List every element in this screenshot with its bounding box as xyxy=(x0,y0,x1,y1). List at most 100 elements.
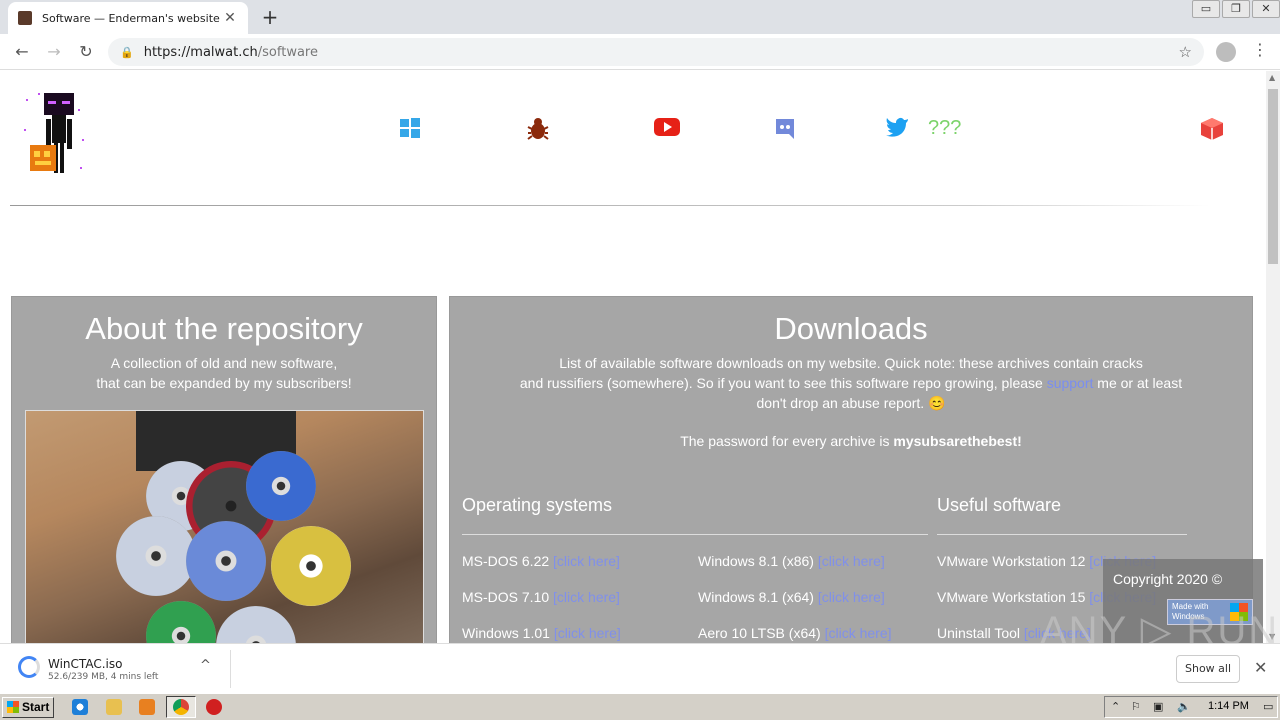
header-divider xyxy=(10,205,1210,206)
start-button[interactable]: Start xyxy=(2,697,54,718)
download-item: Windows 1.01 [click here] xyxy=(462,625,621,641)
windows-taskbar: Start ⌃ ⚐ ▣ 🔈 ▭ xyxy=(0,693,1280,720)
url-path: /software xyxy=(257,44,318,60)
show-desktop-icon[interactable]: ▭ xyxy=(1263,700,1273,713)
volume-icon[interactable]: 🔈 xyxy=(1177,700,1191,713)
about-line-2: that can be expanded by my subscribers! xyxy=(96,375,352,391)
os-section-divider xyxy=(462,534,928,535)
chrome-taskbar-button[interactable] xyxy=(166,696,196,718)
antivirus-icon[interactable] xyxy=(206,699,222,715)
scrollbar-thumb[interactable] xyxy=(1268,89,1278,264)
tab-close-button[interactable]: ✕ xyxy=(222,10,238,26)
network-icon[interactable]: ▣ xyxy=(1153,700,1163,713)
about-line-1: A collection of old and new software, xyxy=(110,355,338,371)
item-name: MS-DOS 7.10 xyxy=(462,589,550,605)
download-link[interactable]: [click here] xyxy=(553,553,620,569)
forward-button[interactable]: → xyxy=(38,42,70,61)
tab-strip: Software — Enderman's website ✕ + ▭ ❐ ✕ xyxy=(0,0,1280,34)
file-explorer-icon[interactable] xyxy=(106,699,122,715)
photo-disc xyxy=(116,516,196,596)
download-item: MS-DOS 7.10 [click here] xyxy=(462,589,620,605)
intro-line-3: don't drop an abuse report. 😊 xyxy=(756,395,946,411)
about-panel: About the repository A collection of old… xyxy=(11,296,437,643)
photo-disc xyxy=(146,601,216,643)
intro-line-2b: me or at least xyxy=(1093,375,1183,391)
download-link[interactable]: [click here] xyxy=(818,589,885,605)
download-options-chevron-icon[interactable]: ^ xyxy=(200,658,211,673)
item-name: VMware Workstation 15 xyxy=(937,589,1086,605)
profile-avatar[interactable] xyxy=(1216,42,1236,62)
window-controls: ▭ ❐ ✕ xyxy=(1190,0,1280,18)
new-tab-button[interactable]: + xyxy=(258,5,282,29)
item-name: MS-DOS 6.22 xyxy=(462,553,550,569)
minimize-button[interactable]: ▭ xyxy=(1192,0,1220,18)
twitter-icon[interactable] xyxy=(885,117,909,137)
download-progress-icon xyxy=(18,656,40,678)
youtube-icon[interactable] xyxy=(654,117,680,137)
software-discs-photo xyxy=(25,410,424,643)
intro-line-2: and russifiers (somewhere). So if you wa… xyxy=(480,373,1222,393)
browser-tab[interactable]: Software — Enderman's website ✕ xyxy=(8,2,248,34)
download-file-name[interactable]: WinCTAC.iso xyxy=(48,657,122,671)
useful-section-title: Useful software xyxy=(937,495,1062,515)
download-item: MS-DOS 6.22 [click here] xyxy=(462,553,620,569)
address-bar[interactable]: 🔒 https://malwat.ch/software ☆ xyxy=(108,38,1204,66)
bug-icon[interactable] xyxy=(526,117,550,141)
download-item: Windows 8.1 (x64) [click here] xyxy=(698,589,885,605)
reload-button[interactable]: ↻ xyxy=(70,42,102,61)
download-shelf: WinCTAC.iso 52.6/239 MB, 4 mins left ^ S… xyxy=(0,643,1280,693)
chrome-icon xyxy=(173,699,189,715)
download-item: Aero 10 LTSB (x64) [click here] xyxy=(698,625,892,641)
system-tray: ⌃ ⚐ ▣ 🔈 ▭ xyxy=(1104,696,1278,718)
os-section-title: Operating systems xyxy=(462,495,613,515)
photo-disc xyxy=(271,526,351,606)
download-link[interactable]: [click here] xyxy=(554,625,621,641)
download-link[interactable]: [click here] xyxy=(825,625,892,641)
url-text: https://malwat.ch/software xyxy=(144,45,318,60)
download-link[interactable]: [click here] xyxy=(553,589,620,605)
bookmark-star-icon[interactable]: ☆ xyxy=(1179,43,1192,61)
download-progress-text: 52.6/239 MB, 4 mins left xyxy=(48,672,159,682)
back-button[interactable]: ← xyxy=(6,42,38,61)
lock-icon: 🔒 xyxy=(120,45,134,59)
tray-expand-icon[interactable]: ⌃ xyxy=(1111,700,1120,713)
photo-disc xyxy=(216,606,296,643)
browser-menu-button[interactable]: ⋮ xyxy=(1252,40,1268,59)
intro-line-1: List of available software downloads on … xyxy=(559,355,1143,371)
nav-question-marks[interactable]: ??? xyxy=(928,117,961,140)
about-title: About the repository xyxy=(85,311,363,346)
page-scrollbar[interactable]: ▲ ▼ xyxy=(1266,71,1280,643)
site-favicon-icon xyxy=(18,11,32,25)
tab-title: Software — Enderman's website xyxy=(42,11,220,25)
start-label: Start xyxy=(22,700,50,714)
internet-explorer-icon[interactable] xyxy=(72,699,88,715)
download-link[interactable]: [click here] xyxy=(818,553,885,569)
download-item: Windows 8.1 (x86) [click here] xyxy=(698,553,885,569)
discord-icon[interactable] xyxy=(774,117,796,141)
password-line: The password for every archive is mysubs… xyxy=(450,433,1252,449)
browser-toolbar: ← → ↻ 🔒 https://malwat.ch/software ☆ xyxy=(0,34,1280,70)
password-prefix: The password for every archive is xyxy=(680,433,894,449)
useful-section-divider xyxy=(937,534,1187,535)
support-link[interactable]: support xyxy=(1047,375,1094,391)
media-player-icon[interactable] xyxy=(139,699,155,715)
archive-password: mysubsarethebest! xyxy=(893,433,1022,449)
downloads-intro: List of available software downloads on … xyxy=(450,353,1252,413)
action-center-flag-icon[interactable]: ⚐ xyxy=(1131,700,1141,713)
web-page: ??? About the repository A collection of… xyxy=(0,71,1266,643)
windows-icon[interactable] xyxy=(399,117,421,139)
downloads-title: Downloads xyxy=(774,311,928,346)
item-name: Uninstall Tool xyxy=(937,625,1021,641)
restore-button[interactable]: ❐ xyxy=(1222,0,1250,18)
scroll-up-arrow-icon[interactable]: ▲ xyxy=(1269,73,1275,82)
window-close-button[interactable]: ✕ xyxy=(1252,0,1280,18)
item-name: Windows 8.1 (x86) xyxy=(698,553,814,569)
item-name: Windows 1.01 xyxy=(462,625,550,641)
download-shelf-close-button[interactable]: ✕ xyxy=(1254,658,1267,677)
enderman-logo-icon[interactable] xyxy=(18,89,88,177)
download-separator xyxy=(230,650,231,688)
item-name: VMware Workstation 12 xyxy=(937,553,1086,569)
show-all-button[interactable]: Show all xyxy=(1176,655,1240,683)
taskbar-clock[interactable]: 1:14 PM xyxy=(1208,700,1249,712)
box-icon[interactable] xyxy=(1200,117,1224,141)
